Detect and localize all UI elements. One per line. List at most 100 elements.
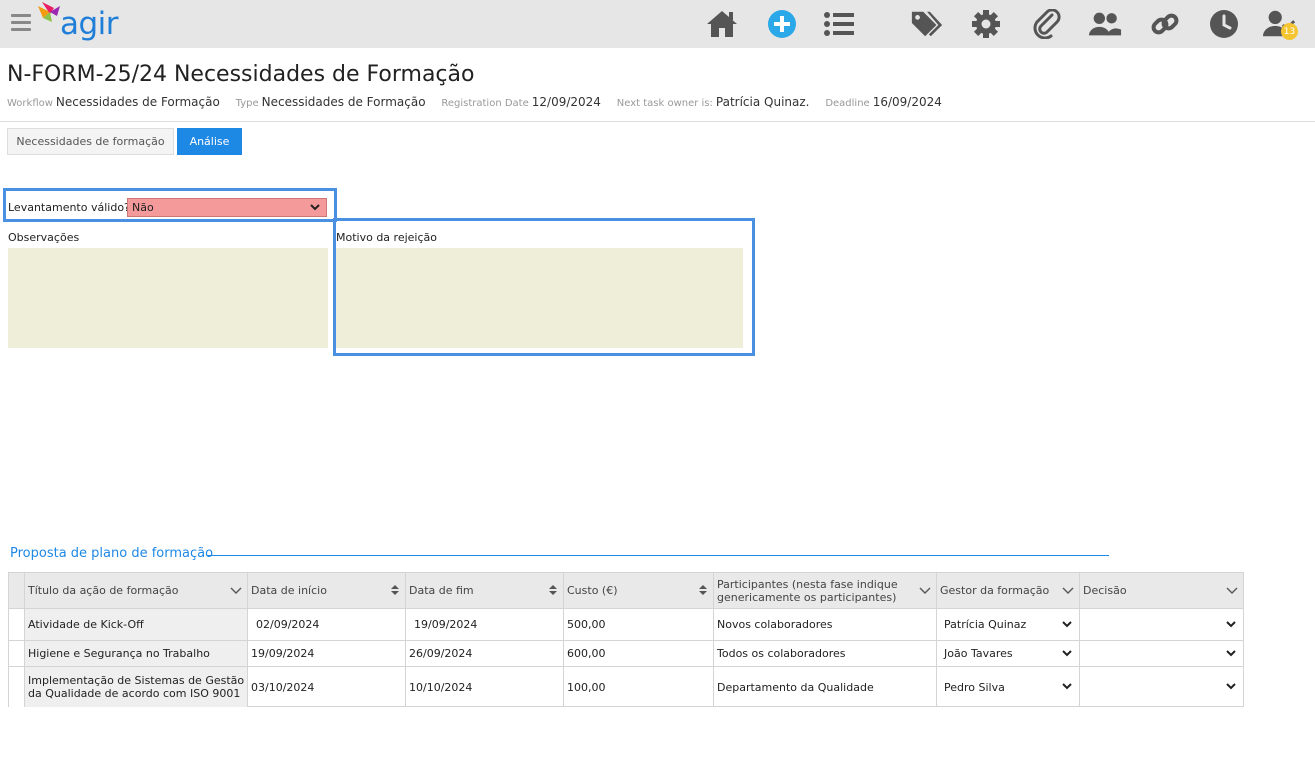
table-cell-title: Atividade de Kick-Off [25, 609, 248, 641]
table-cell-end[interactable]: 26/09/2024 [406, 641, 564, 667]
table-cell-end[interactable]: 19/09/2024 [406, 609, 564, 641]
tab-analise[interactable]: Análise [177, 128, 242, 155]
chevron-down-icon[interactable] [1062, 584, 1074, 596]
logo-text: agir [60, 6, 119, 42]
manager-select[interactable]: João Tavares [940, 645, 1073, 663]
tab-necessidades[interactable]: Necessidades de formação [7, 128, 174, 155]
table-cell-participants[interactable]: Todos os colaboradores [714, 641, 937, 667]
table-cell-start[interactable]: 19/09/2024 [248, 641, 406, 667]
table-cell-manager: Pedro Silva [937, 667, 1080, 707]
add-circle-icon[interactable] [765, 8, 799, 40]
observations-label: Observações [8, 231, 80, 244]
chevron-down-icon [1226, 683, 1236, 690]
sort-icon[interactable] [548, 584, 558, 596]
column-header-decision-label: Decisão [1083, 584, 1127, 597]
table-cell-cost[interactable]: 500,00 [564, 609, 714, 641]
meta-deadline-value: 16/09/2024 [872, 95, 942, 109]
page-title: N-FORM-25/24 Necessidades de Formação [7, 62, 475, 87]
meta-workflow-label: Workflow [7, 98, 53, 109]
column-header-end-label: Data de fim [409, 584, 474, 597]
chevron-down-icon[interactable] [1226, 584, 1238, 596]
observations-textarea[interactable] [8, 248, 328, 348]
reason-textarea[interactable] [336, 248, 743, 348]
table-cell-cost[interactable]: 100,00 [564, 667, 714, 707]
sort-icon[interactable] [698, 584, 708, 596]
training-plan-table: Título da ação de formação Data de iníci… [8, 572, 1244, 707]
table-cell-start[interactable]: 02/09/2024 [248, 609, 406, 641]
valid-label: Levantamento válido? [8, 201, 130, 214]
column-header-manager[interactable]: Gestor da formação [937, 573, 1080, 609]
column-header-start-label: Data de início [251, 584, 327, 597]
meta-deadline-label: Deadline [825, 98, 870, 109]
workflow-meta: Workflow Necessidades de Formação Type Nec… [7, 95, 954, 109]
gear-icon[interactable] [969, 8, 1003, 40]
table-cell-decision [1080, 641, 1243, 667]
decision-select[interactable] [1083, 678, 1237, 696]
meta-workflow-value: Necessidades de Formação [55, 95, 220, 109]
tags-icon[interactable] [910, 8, 944, 40]
column-header-participants-label: Participantes (nesta fase indique generi… [717, 577, 898, 604]
table-cell-manager: Patrícia Quinaz [937, 609, 1080, 641]
column-header-cost[interactable]: Custo (€) [564, 573, 714, 609]
decision-select[interactable] [1083, 616, 1237, 634]
table-cell-start[interactable]: 03/10/2024 [248, 667, 406, 707]
column-header-title-label: Título da ação de formação [28, 584, 179, 597]
users-icon[interactable] [1088, 8, 1122, 40]
column-header-cost-label: Custo (€) [567, 584, 618, 597]
valid-select-value: Não [132, 201, 154, 214]
decision-select[interactable] [1083, 645, 1237, 663]
meta-next-owner-label: Next task owner is: [616, 98, 713, 109]
manager-select[interactable]: Pedro Silva [940, 678, 1073, 696]
meta-type-label: Type [235, 98, 259, 109]
menu-icon[interactable] [11, 14, 31, 32]
table-cell-title: Implementação de Sistemas de Gestão da Q… [25, 667, 248, 707]
column-header-start[interactable]: Data de início [248, 573, 406, 609]
row-handle[interactable] [9, 641, 25, 667]
chevron-down-icon [1226, 649, 1236, 656]
home-icon[interactable] [705, 8, 739, 40]
top-bar: agir 13 [0, 0, 1315, 48]
section-title: Proposta de plano de formação [10, 546, 214, 561]
manager-select-value: Patrícia Quinaz [944, 618, 1027, 631]
section-divider [207, 555, 1109, 556]
chevron-down-icon [1062, 649, 1072, 656]
column-header-end[interactable]: Data de fim [406, 573, 564, 609]
row-handle-header [9, 573, 25, 609]
table-cell-participants[interactable]: Novos colaboradores [714, 609, 937, 641]
clock-icon[interactable] [1207, 8, 1241, 40]
table-cell-title: Higiene e Segurança no Trabalho [25, 641, 248, 667]
table-cell-manager: João Tavares [937, 641, 1080, 667]
column-header-participants[interactable]: Participantes (nesta fase indique generi… [714, 573, 937, 609]
manager-select[interactable]: Patrícia Quinaz [940, 616, 1073, 634]
chevron-down-icon[interactable] [919, 584, 931, 596]
chevron-down-icon [310, 204, 320, 211]
meta-type-value: Necessidades de Formação [261, 95, 426, 109]
chevron-down-icon [1062, 620, 1072, 627]
table-cell-cost[interactable]: 600,00 [564, 641, 714, 667]
manager-select-value: Pedro Silva [944, 680, 1005, 694]
valid-select[interactable]: Não [127, 198, 327, 217]
header-divider [0, 121, 1315, 122]
list-icon[interactable] [822, 8, 856, 40]
link-icon[interactable] [1148, 8, 1182, 40]
row-handle[interactable] [9, 609, 25, 641]
sort-icon[interactable] [390, 584, 400, 596]
manager-select-value: João Tavares [944, 647, 1013, 660]
chevron-down-icon [1062, 683, 1072, 690]
paperclip-icon[interactable] [1030, 8, 1064, 40]
table-cell-decision [1080, 667, 1243, 707]
meta-registration-value: 12/09/2024 [531, 95, 601, 109]
chevron-down-icon [1226, 620, 1236, 627]
column-header-title[interactable]: Título da ação de formação [25, 573, 248, 609]
meta-next-owner-value: Patrícia Quinaz. [715, 95, 810, 109]
meta-registration-label: Registration Date [441, 98, 529, 109]
table-cell-end[interactable]: 10/10/2024 [406, 667, 564, 707]
row-handle[interactable] [9, 667, 25, 707]
user-check-icon[interactable]: 13 [1262, 8, 1298, 40]
logo[interactable]: agir [38, 2, 128, 46]
column-header-decision[interactable]: Decisão [1080, 573, 1243, 609]
notification-badge: 13 [1281, 23, 1298, 40]
chevron-down-icon[interactable] [230, 584, 242, 596]
table-cell-participants[interactable]: Departamento da Qualidade [714, 667, 937, 707]
table-cell-decision [1080, 609, 1243, 641]
